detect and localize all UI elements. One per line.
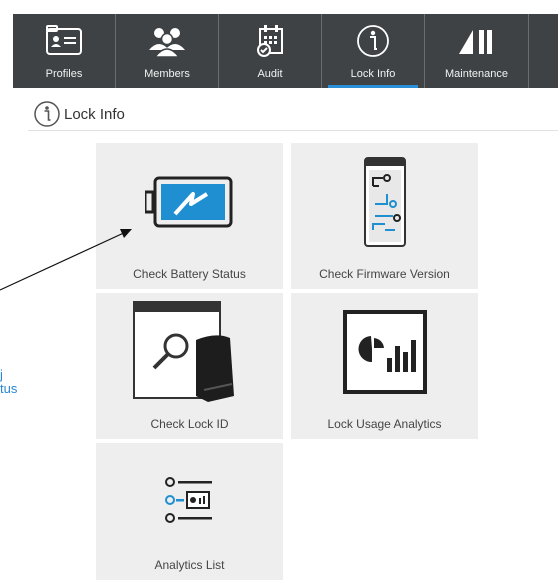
callout-text-line2: tus [0, 381, 18, 396]
callout-arrow [0, 229, 132, 291]
callout-text-line1: j [0, 367, 3, 382]
